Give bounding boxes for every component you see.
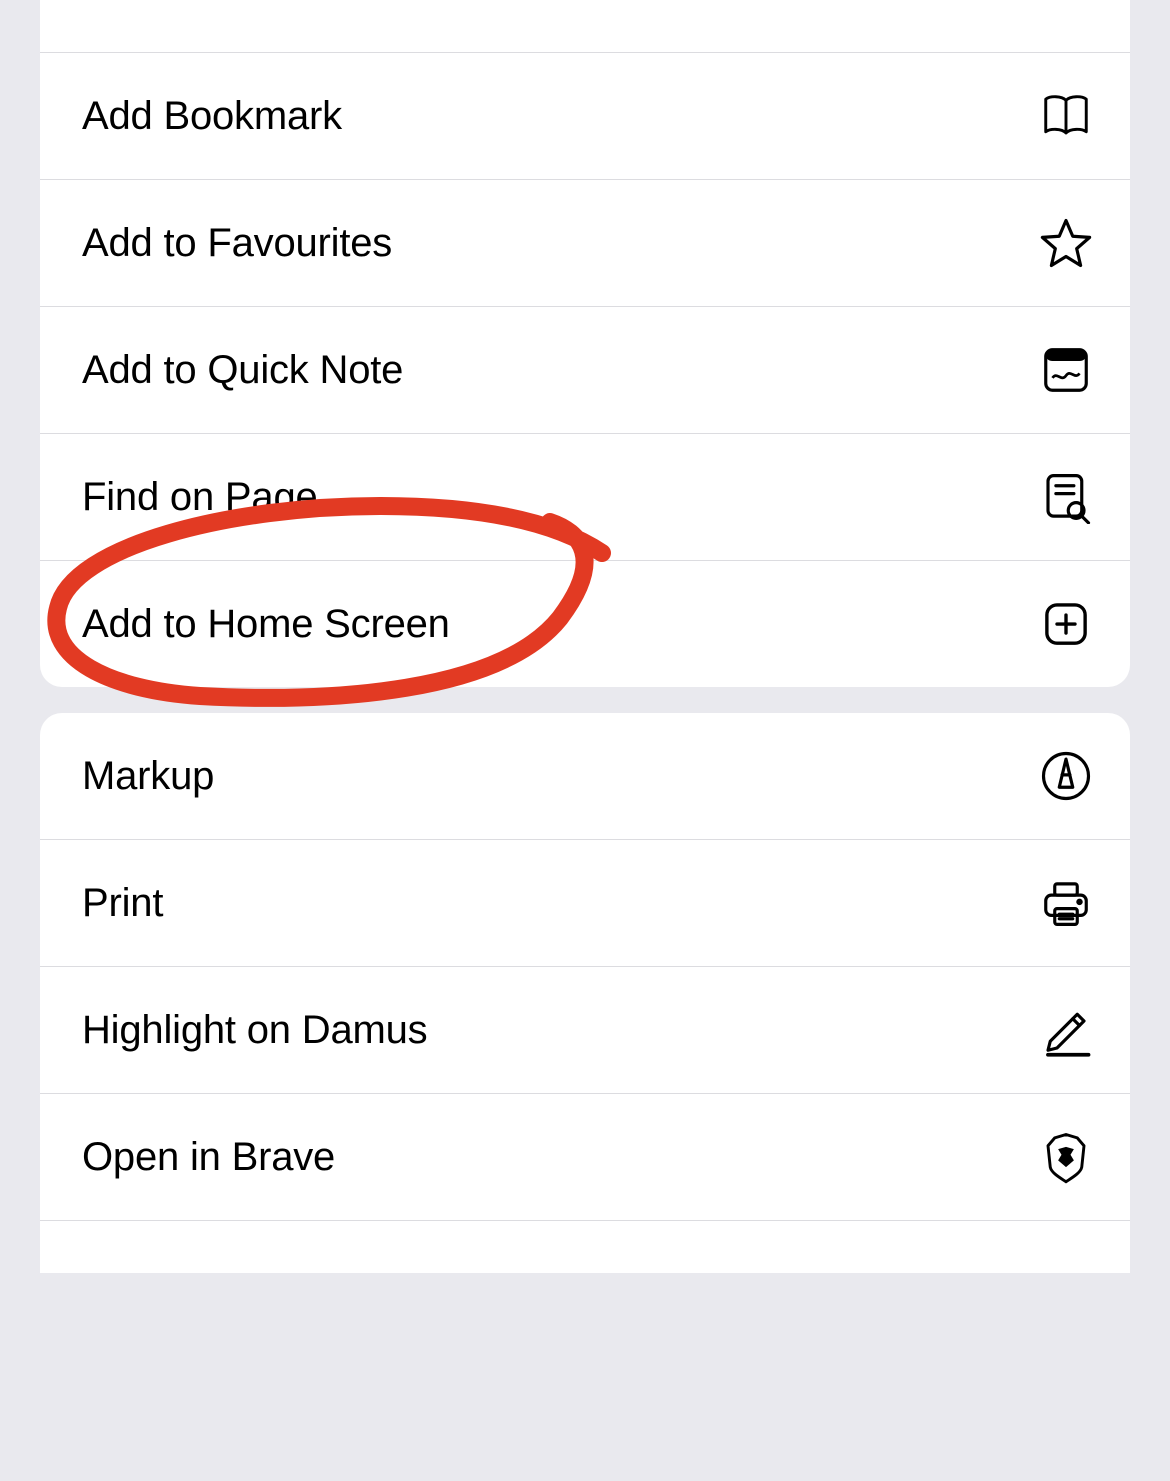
plus-square-icon bbox=[1038, 596, 1094, 652]
find-on-page-icon bbox=[1038, 469, 1094, 525]
menu-item-label: Add to Favourites bbox=[82, 221, 392, 266]
generic-icon bbox=[1038, 0, 1094, 54]
book-icon bbox=[1038, 88, 1094, 144]
menu-item-highlight-on-damus[interactable]: Highlight on Damus bbox=[40, 967, 1130, 1093]
menu-item-label: Open in Brave bbox=[82, 1135, 335, 1180]
generic-icon bbox=[1038, 1219, 1094, 1273]
menu-item-add-to-home-screen[interactable]: Add to Home Screen bbox=[40, 561, 1130, 687]
menu-item-label: Markup bbox=[82, 754, 214, 799]
menu-item-previous[interactable] bbox=[40, 0, 1130, 52]
share-sheet: Add Bookmark Add to Favourites bbox=[0, 0, 1170, 1481]
menu-item-label: Find on Page bbox=[82, 475, 318, 520]
menu-item-label: Add Bookmark bbox=[82, 94, 342, 139]
share-sheet-viewport: Add Bookmark Add to Favourites bbox=[0, 0, 1170, 1481]
brave-icon bbox=[1038, 1129, 1094, 1185]
menu-item-print[interactable]: Print bbox=[40, 840, 1130, 966]
menu-item-add-to-favourites[interactable]: Add to Favourites bbox=[40, 180, 1130, 306]
menu-group-2: Markup Print bbox=[40, 713, 1130, 1273]
quick-note-icon bbox=[1038, 342, 1094, 398]
menu-item-next[interactable] bbox=[40, 1221, 1130, 1273]
menu-item-add-to-quick-note[interactable]: Add to Quick Note bbox=[40, 307, 1130, 433]
menu-group-1: Add Bookmark Add to Favourites bbox=[40, 0, 1130, 687]
markup-icon bbox=[1038, 748, 1094, 804]
printer-icon bbox=[1038, 875, 1094, 931]
menu-item-open-in-brave[interactable]: Open in Brave bbox=[40, 1094, 1130, 1220]
menu-item-label: Print bbox=[82, 881, 163, 926]
pencil-underline-icon bbox=[1038, 1002, 1094, 1058]
menu-item-label: Add to Quick Note bbox=[82, 348, 403, 393]
star-icon bbox=[1038, 215, 1094, 271]
menu-item-markup[interactable]: Markup bbox=[40, 713, 1130, 839]
menu-item-label: Add to Home Screen bbox=[82, 602, 450, 647]
menu-item-label: Highlight on Damus bbox=[82, 1008, 427, 1053]
menu-item-find-on-page[interactable]: Find on Page bbox=[40, 434, 1130, 560]
menu-item-add-bookmark[interactable]: Add Bookmark bbox=[40, 53, 1130, 179]
